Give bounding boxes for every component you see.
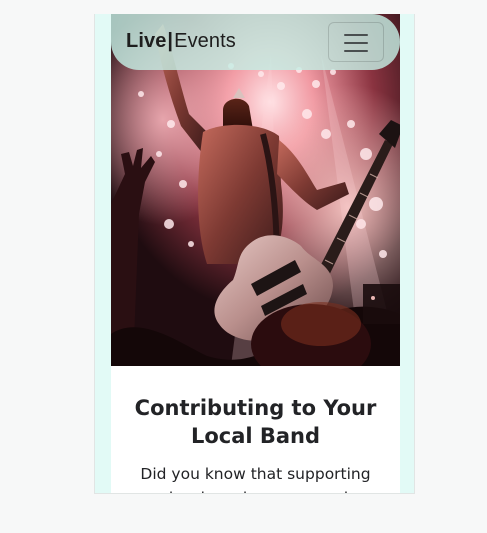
menu-toggle-button[interactable] [328, 22, 384, 62]
mobile-viewport: Live|Events Contributing to Your Local B… [94, 14, 415, 494]
article-text: Did you know that supporting your local … [129, 465, 382, 493]
event-card: Live|Events Contributing to Your Local B… [111, 14, 400, 493]
brand-name-light: Events [174, 30, 236, 52]
card-body: Contributing to Your Local Band Did you … [111, 366, 400, 493]
brand-logo[interactable]: Live|Events [126, 30, 236, 53]
navbar: Live|Events [111, 14, 400, 70]
article-title: Contributing to Your Local Band [134, 396, 377, 448]
brand-separator: | [167, 30, 174, 52]
brand-name-bold: Live [126, 30, 167, 52]
